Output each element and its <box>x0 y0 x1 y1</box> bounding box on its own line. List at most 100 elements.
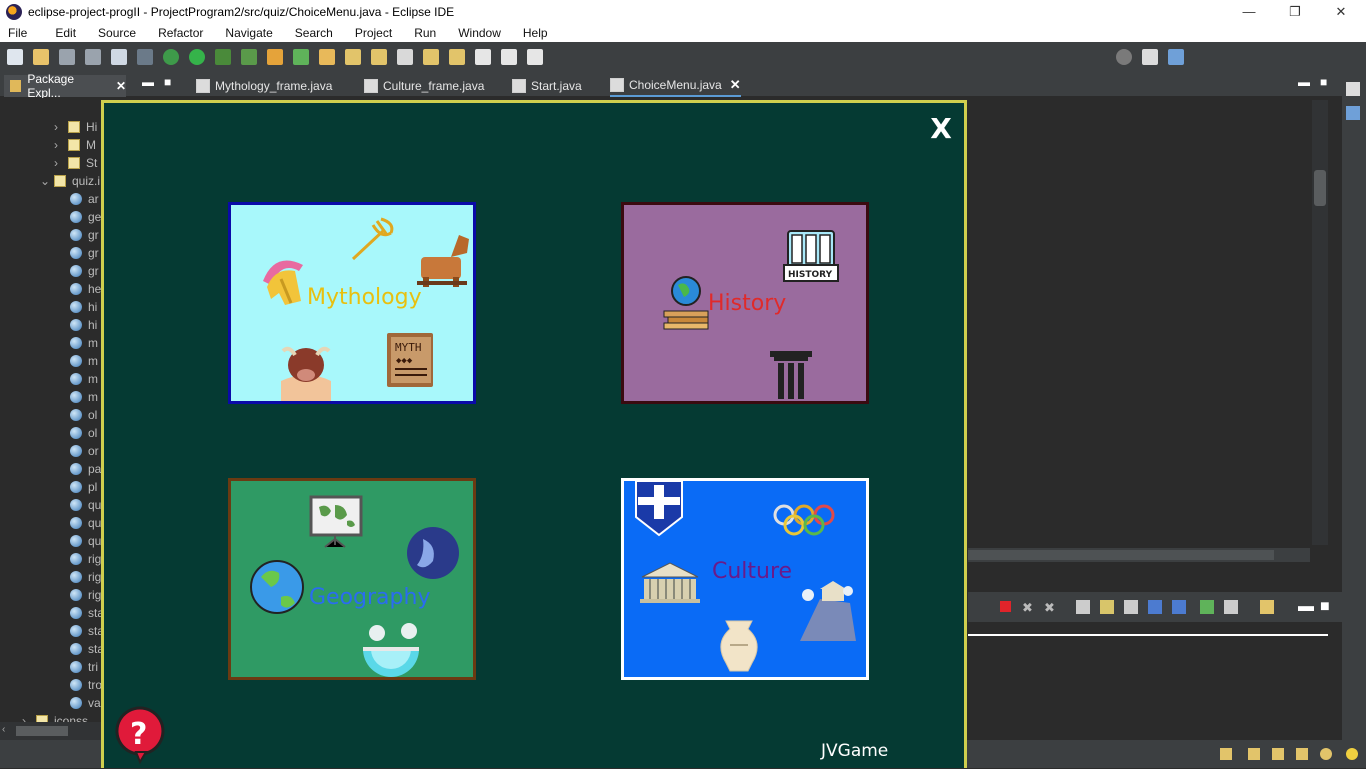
run-icon[interactable] <box>189 49 205 65</box>
forward-edit-icon[interactable] <box>449 49 465 65</box>
menu-help[interactable]: Help <box>509 26 556 40</box>
scroll-thumb[interactable] <box>16 726 68 736</box>
terminate-icon[interactable] <box>1000 601 1011 612</box>
open-type-icon[interactable] <box>319 49 335 65</box>
open-console-icon[interactable] <box>1260 600 1274 614</box>
back-icon[interactable] <box>475 49 491 65</box>
status-icon[interactable] <box>1272 748 1284 760</box>
clear-console-icon[interactable] <box>1076 600 1090 614</box>
package-explorer-hscroll[interactable]: ‹ <box>0 722 101 740</box>
menu-refactor[interactable]: Refactor <box>144 26 211 40</box>
menu-project[interactable]: Project <box>341 26 400 40</box>
tree-item[interactable]: tri <box>70 658 98 676</box>
search-icon[interactable] <box>1116 49 1132 65</box>
new-class-icon[interactable] <box>293 49 309 65</box>
terminal-icon[interactable] <box>111 49 127 65</box>
new-icon[interactable] <box>7 49 23 65</box>
chevron-icon[interactable]: › <box>54 156 58 170</box>
status-icon[interactable] <box>1220 748 1232 760</box>
menu-source[interactable]: Source <box>84 26 144 40</box>
forward-icon[interactable] <box>501 49 517 65</box>
tree-item[interactable]: › Hi <box>54 118 97 136</box>
menu-run[interactable]: Run <box>400 26 444 40</box>
chevron-icon[interactable]: › <box>54 138 58 152</box>
maximize-console-icon[interactable]: ■ <box>1320 598 1330 616</box>
tip-icon[interactable] <box>1346 748 1358 760</box>
console-output[interactable] <box>968 634 1328 724</box>
search-task-icon[interactable] <box>345 49 361 65</box>
mythology-card[interactable]: MYTH ◆◆◆ Mythology <box>228 202 476 404</box>
close-tab-icon[interactable]: ✕ <box>116 79 126 93</box>
culture-card[interactable]: Culture <box>621 478 869 680</box>
maximize-view-icon[interactable]: ■ <box>164 75 171 89</box>
prev-annotation-icon[interactable] <box>397 49 413 65</box>
new-java-project-icon[interactable] <box>267 49 283 65</box>
tree-item[interactable]: ⌄ quiz.i <box>40 172 100 190</box>
menu-file[interactable]: File <box>0 26 35 40</box>
restore-icon[interactable] <box>1346 82 1360 96</box>
tree-item[interactable]: m <box>70 334 98 352</box>
tree-item[interactable]: hi <box>70 316 97 334</box>
skip-breakpoints-icon[interactable] <box>137 49 153 65</box>
close-game-button[interactable]: X <box>927 113 955 145</box>
new-package-icon[interactable] <box>33 49 49 65</box>
tree-item[interactable]: › St <box>54 154 97 172</box>
minimize-console-icon[interactable]: ▬ <box>1298 598 1314 616</box>
menu-edit[interactable]: Edit <box>35 26 84 40</box>
minimize-view-icon[interactable]: ▬ <box>142 75 154 89</box>
chevron-icon[interactable]: › <box>54 120 58 134</box>
show-out-icon[interactable] <box>1148 600 1162 614</box>
word-wrap-icon[interactable] <box>1124 600 1138 614</box>
tree-item[interactable]: ol <box>70 406 97 424</box>
scroll-thumb[interactable] <box>1314 170 1326 206</box>
status-icon[interactable] <box>1296 748 1308 760</box>
debug-icon[interactable] <box>163 49 179 65</box>
tree-item[interactable]: › M <box>54 136 96 154</box>
tree-item[interactable]: hi <box>70 298 97 316</box>
scroll-left-icon[interactable]: ‹ <box>2 724 5 735</box>
remove-launch-icon[interactable]: ✖ <box>1022 600 1033 616</box>
editor-hscroll[interactable] <box>968 548 1310 562</box>
show-err-icon[interactable] <box>1172 600 1186 614</box>
remove-all-icon[interactable]: ✖ <box>1044 600 1055 616</box>
restore-button[interactable]: ❐ <box>1272 0 1318 23</box>
minimize-editor-icon[interactable]: ▬ <box>1298 75 1310 89</box>
scroll-thumb[interactable] <box>968 550 1274 560</box>
menu-navigate[interactable]: Navigate <box>211 26 280 40</box>
tab-choice-menu[interactable]: ChoiceMenu.java ✕ <box>610 75 741 97</box>
java-perspective-icon[interactable] <box>1168 49 1184 65</box>
pin-console-icon[interactable] <box>1200 600 1214 614</box>
next-annotation-icon[interactable] <box>371 49 387 65</box>
open-perspective-icon[interactable] <box>1142 49 1158 65</box>
menu-window[interactable]: Window <box>444 26 509 40</box>
editor-vscroll[interactable] <box>1312 100 1328 545</box>
maximize-editor-icon[interactable]: ■ <box>1320 75 1327 89</box>
tab-mythology-frame[interactable]: Mythology_frame.java <box>196 75 332 97</box>
tree-item[interactable]: pl <box>70 478 97 496</box>
tab-package-explorer[interactable]: Package Expl... ✕ <box>4 72 126 100</box>
coverage-icon[interactable] <box>215 49 231 65</box>
help-button[interactable]: ? <box>114 706 166 765</box>
tree-item[interactable]: ol <box>70 424 97 442</box>
menu-search[interactable]: Search <box>281 26 341 40</box>
open-view-icon[interactable] <box>527 49 543 65</box>
scroll-lock-icon[interactable] <box>1100 600 1114 614</box>
editor-area[interactable] <box>968 98 1330 548</box>
close-window-button[interactable]: ✕ <box>1318 0 1364 23</box>
outline-icon[interactable] <box>1346 106 1360 120</box>
display-console-icon[interactable] <box>1224 600 1238 614</box>
minimize-button[interactable]: — <box>1226 0 1272 23</box>
geography-card[interactable]: Geography <box>228 478 476 680</box>
save-all-icon[interactable] <box>85 49 101 65</box>
external-tools-icon[interactable] <box>241 49 257 65</box>
save-icon[interactable] <box>59 49 75 65</box>
tree-item[interactable]: m <box>70 388 98 406</box>
status-icon[interactable] <box>1320 748 1332 760</box>
tree-item[interactable]: m <box>70 352 98 370</box>
chevron-icon[interactable]: ⌄ <box>40 174 50 188</box>
last-edit-icon[interactable] <box>423 49 439 65</box>
tab-start[interactable]: Start.java <box>512 75 582 97</box>
status-icon[interactable] <box>1248 748 1260 760</box>
close-tab-icon[interactable]: ✕ <box>730 77 741 93</box>
tab-culture-frame[interactable]: Culture_frame.java <box>364 75 484 97</box>
